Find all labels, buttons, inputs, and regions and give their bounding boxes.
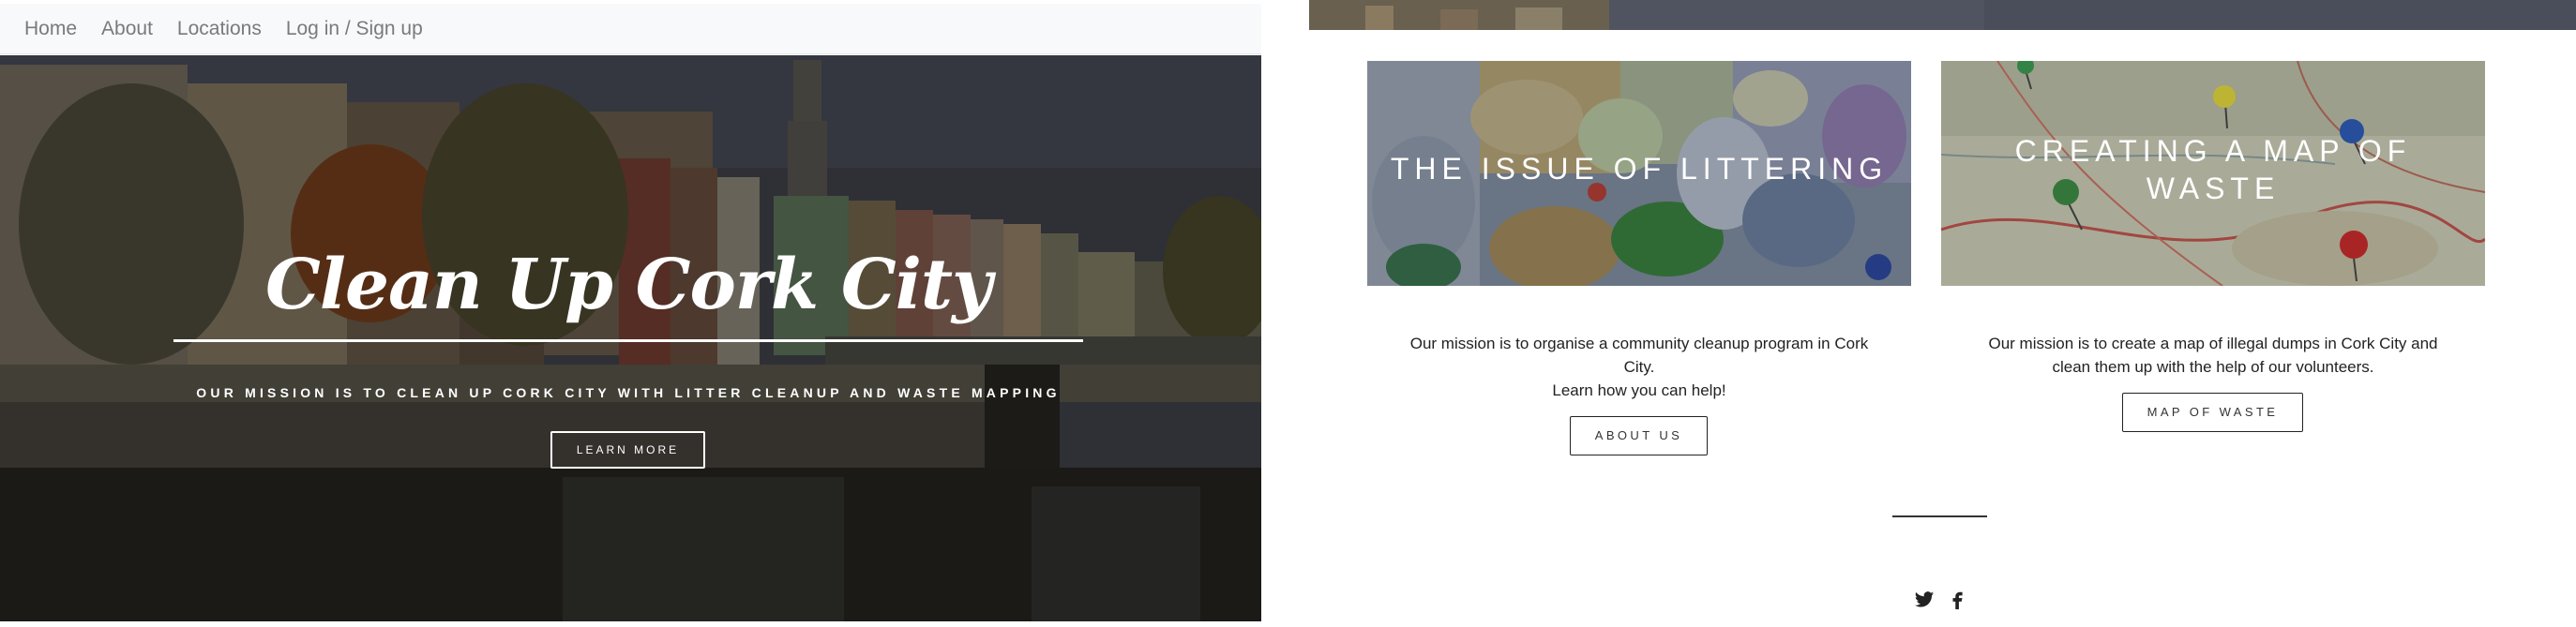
map-of-waste-description: Our mission is to create a map of illega… [1974, 332, 2452, 379]
hero-section: Clean Up Cork City Our mission is to cle… [0, 55, 1261, 621]
littering-description-line: Learn how you can help! [1552, 381, 1726, 399]
map-of-waste-button[interactable]: MAP OF WASTE [2122, 393, 2303, 432]
littering-card-title: THE ISSUE OF LITTERING [1390, 152, 1889, 186]
nav-about-link[interactable]: About [101, 18, 153, 40]
nav-login-signup-link[interactable]: Log in / Sign up [286, 18, 423, 40]
hero-title: Clean Up Cork City [264, 245, 992, 325]
hero-image-bottom-strip [1309, 0, 2576, 30]
map-of-waste-description-line: Our mission is to create a map of illega… [1988, 335, 2438, 352]
hero-subtitle: Our mission is to clean up Cork City wit… [196, 385, 1061, 400]
littering-description-line: City. [1623, 358, 1655, 376]
landing-page-view: Home About Locations Log in / Sign up Cl… [0, 0, 1261, 621]
nav-home-link[interactable]: Home [24, 18, 77, 40]
littering-description: Our mission is to organise a community c… [1400, 332, 1878, 402]
map-of-waste-card[interactable]: CREATING A MAP OF WASTE [1941, 61, 2485, 286]
features-section-view: THE ISSUE OF LITTERING CREATING A MAP OF… [1309, 0, 2576, 627]
map-of-waste-description-line: clean them up with the help of our volun… [2052, 358, 2374, 376]
about-us-button[interactable]: ABOUT US [1570, 416, 1708, 455]
footer-divider [1892, 515, 1987, 517]
facebook-icon[interactable] [1948, 590, 1968, 610]
twitter-icon[interactable] [1914, 590, 1935, 610]
learn-more-button[interactable]: LEARN MORE [550, 431, 705, 469]
hero-divider [173, 339, 1083, 342]
top-navbar: Home About Locations Log in / Sign up [0, 4, 1261, 54]
nav-locations-link[interactable]: Locations [177, 18, 262, 40]
littering-description-line: Our mission is to organise a community c… [1409, 335, 1869, 352]
littering-card[interactable]: THE ISSUE OF LITTERING [1367, 61, 1911, 286]
map-of-waste-card-title: CREATING A MAP OF WASTE [2014, 134, 2412, 205]
hero-content: Clean Up Cork City Our mission is to cle… [0, 55, 1261, 621]
